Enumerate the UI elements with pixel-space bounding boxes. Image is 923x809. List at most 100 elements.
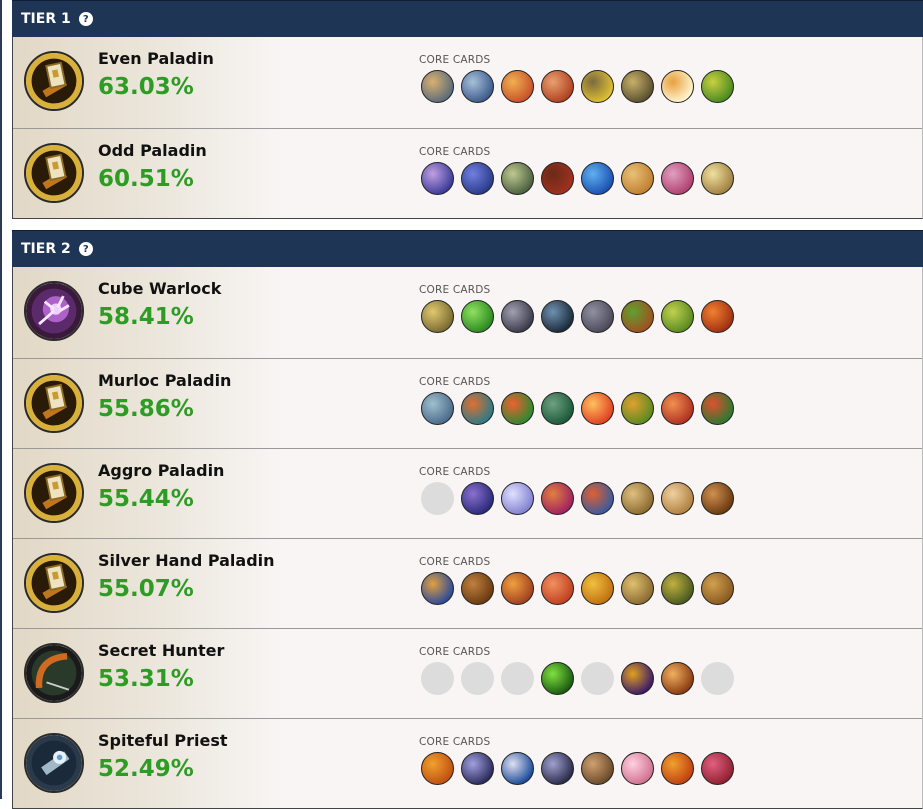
deck-row[interactable]: Cube Warlock 58.41% CORE CARDS [13,267,922,358]
deck-row[interactable]: Murloc Paladin 55.86% CORE CARDS [13,358,922,448]
card-thumbnail[interactable] [621,70,654,103]
deck-name[interactable]: Aggro Paladin [98,461,224,480]
deck-winrate: 63.03% [98,74,194,100]
card-thumbnail[interactable] [621,482,654,515]
card-thumbnail[interactable] [661,572,694,605]
card-thumbnail[interactable] [461,482,494,515]
card-placeholder[interactable] [581,662,614,695]
deck-winrate: 55.86% [98,396,194,422]
deck-row[interactable]: Silver Hand Paladin 55.07% CORE CARDS [13,538,922,628]
card-placeholder[interactable] [701,662,734,695]
card-thumbnail[interactable] [541,392,574,425]
card-thumbnail[interactable] [541,482,574,515]
card-thumbnail[interactable] [501,162,534,195]
card-thumbnail[interactable] [501,752,534,785]
deck-name[interactable]: Cube Warlock [98,279,221,298]
card-thumbnail[interactable] [541,752,574,785]
card-thumbnail[interactable] [421,162,454,195]
tier-2-section: TIER 2 ? Cube Warlock 58.41% CORE CARDS Mur… [12,230,923,809]
card-thumbnail[interactable] [501,572,534,605]
card-placeholder[interactable] [421,482,454,515]
paladin-hammer-icon [24,463,84,523]
card-thumbnail[interactable] [661,662,694,695]
deck-winrate: 53.31% [98,666,194,692]
deck-name[interactable]: Silver Hand Paladin [98,551,275,570]
card-thumbnail[interactable] [461,300,494,333]
card-thumbnail[interactable] [621,162,654,195]
card-placeholder[interactable] [501,662,534,695]
card-thumbnail[interactable] [621,392,654,425]
card-thumbnail[interactable] [501,392,534,425]
deck-row[interactable]: Even Paladin 63.03% CORE CARDS [13,37,922,128]
deck-row[interactable]: Aggro Paladin 55.44% CORE CARDS [13,448,922,538]
core-cards-list [421,162,741,195]
card-thumbnail[interactable] [701,392,734,425]
core-cards-list [421,482,741,515]
core-cards-label: CORE CARDS [419,556,491,568]
card-thumbnail[interactable] [501,482,534,515]
card-thumbnail[interactable] [421,752,454,785]
tier-1-section: TIER 1 ? Even Paladin 63.03% CORE CARDS Odd… [12,0,923,219]
core-cards-label: CORE CARDS [419,646,491,658]
card-thumbnail[interactable] [621,572,654,605]
card-thumbnail[interactable] [581,300,614,333]
deck-name[interactable]: Spiteful Priest [98,731,228,750]
card-thumbnail[interactable] [661,482,694,515]
card-thumbnail[interactable] [701,162,734,195]
card-thumbnail[interactable] [701,300,734,333]
deck-winrate: 52.49% [98,756,194,782]
deck-name[interactable]: Even Paladin [98,49,214,68]
question-circle-icon[interactable]: ? [78,242,93,256]
tier-1-deck-list: Even Paladin 63.03% CORE CARDS Odd Paladin 6… [12,37,923,219]
card-thumbnail[interactable] [701,572,734,605]
card-thumbnail[interactable] [661,392,694,425]
card-thumbnail[interactable] [701,482,734,515]
card-thumbnail[interactable] [621,662,654,695]
card-thumbnail[interactable] [461,70,494,103]
card-thumbnail[interactable] [541,162,574,195]
core-cards-label: CORE CARDS [419,284,491,296]
card-thumbnail[interactable] [581,70,614,103]
card-thumbnail[interactable] [421,392,454,425]
card-thumbnail[interactable] [701,752,734,785]
card-thumbnail[interactable] [581,482,614,515]
card-thumbnail[interactable] [661,300,694,333]
card-thumbnail[interactable] [581,572,614,605]
card-thumbnail[interactable] [461,162,494,195]
deck-name[interactable]: Secret Hunter [98,641,224,660]
card-thumbnail[interactable] [461,572,494,605]
deck-winrate: 58.41% [98,304,194,330]
deck-row[interactable]: Odd Paladin 60.51% CORE CARDS [13,128,922,218]
card-thumbnail[interactable] [541,70,574,103]
question-circle-icon[interactable]: ? [78,12,93,26]
card-placeholder[interactable] [421,662,454,695]
card-thumbnail[interactable] [421,300,454,333]
deck-row[interactable]: Spiteful Priest 52.49% CORE CARDS [13,718,922,808]
card-thumbnail[interactable] [581,162,614,195]
card-thumbnail[interactable] [661,162,694,195]
card-thumbnail[interactable] [541,300,574,333]
card-thumbnail[interactable] [421,572,454,605]
card-thumbnail[interactable] [501,300,534,333]
card-thumbnail[interactable] [461,392,494,425]
deck-name[interactable]: Odd Paladin [98,141,207,160]
card-thumbnail[interactable] [621,752,654,785]
card-thumbnail[interactable] [541,572,574,605]
card-thumbnail[interactable] [701,70,734,103]
card-thumbnail[interactable] [541,662,574,695]
card-thumbnail[interactable] [421,70,454,103]
card-thumbnail[interactable] [621,300,654,333]
tier-1-header: TIER 1 ? [12,0,923,37]
card-thumbnail[interactable] [501,70,534,103]
priest-staff-icon [24,733,84,793]
card-thumbnail[interactable] [461,752,494,785]
card-thumbnail[interactable] [581,392,614,425]
paladin-hammer-icon [24,553,84,613]
card-thumbnail[interactable] [661,752,694,785]
card-thumbnail[interactable] [581,752,614,785]
deck-row[interactable]: Secret Hunter 53.31% CORE CARDS [13,628,922,718]
hunter-bow-icon [24,643,84,703]
card-thumbnail[interactable] [661,70,694,103]
deck-name[interactable]: Murloc Paladin [98,371,231,390]
card-placeholder[interactable] [461,662,494,695]
